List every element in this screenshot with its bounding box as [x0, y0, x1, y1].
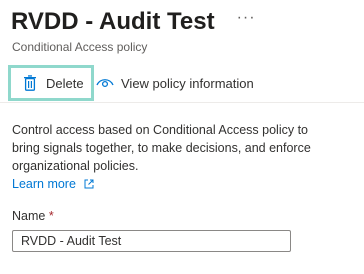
policy-page: RVDD - Audit Test ··· Conditional Access… — [0, 0, 364, 274]
name-label-text: Name — [12, 209, 46, 223]
eye-icon — [96, 75, 114, 88]
command-bar: Delete View policy information — [0, 64, 364, 103]
page-subtitle: Conditional Access policy — [12, 40, 148, 54]
learn-more-label: Learn more — [12, 177, 76, 191]
view-policy-information-button[interactable]: View policy information — [96, 68, 254, 98]
delete-button-label: Delete — [46, 75, 84, 91]
name-input[interactable] — [12, 230, 291, 252]
title-row: RVDD - Audit Test ··· — [11, 7, 256, 37]
more-options-button[interactable]: ··· — [237, 10, 256, 34]
delete-button[interactable]: Delete — [8, 65, 94, 101]
policy-description: Control access based on Conditional Acce… — [12, 121, 312, 193]
view-policy-information-label: View policy information — [121, 75, 254, 91]
description-text: Control access based on Conditional Acce… — [12, 123, 311, 173]
name-field-label: Name * — [12, 209, 54, 223]
required-marker: * — [48, 209, 54, 223]
page-title: RVDD - Audit Test — [11, 8, 215, 35]
trash-icon — [23, 75, 37, 91]
learn-more-link[interactable]: Learn more — [12, 177, 94, 191]
external-link-icon — [84, 176, 94, 189]
